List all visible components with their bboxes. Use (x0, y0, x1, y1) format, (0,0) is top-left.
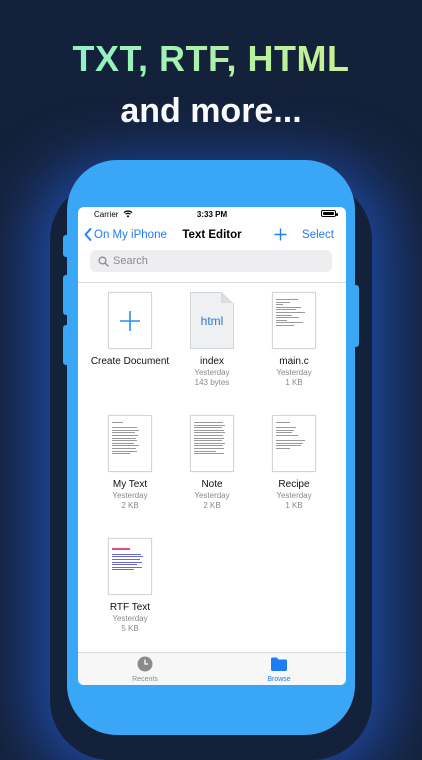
file-name: My Text (112, 479, 148, 490)
file-date: Yesterday (112, 491, 148, 500)
volume-down-button (63, 325, 71, 365)
file-size: 1 KB (285, 501, 303, 510)
headline: TXT, RTF, HTML (0, 38, 422, 80)
tab-browse[interactable]: Browse (212, 656, 346, 683)
file-name: Note (201, 479, 223, 490)
rtf-preview-lines (112, 545, 148, 572)
status-bar: Carrier 3:33 PM (78, 207, 346, 221)
mute-switch (63, 235, 71, 257)
create-document-thumbnail (108, 292, 152, 349)
tab-recents[interactable]: Recents (78, 656, 212, 683)
navigation-bar: On My iPhone Text Editor Select (78, 225, 346, 247)
file-date: Yesterday (276, 491, 312, 500)
page-fold (221, 292, 234, 303)
file-size: 1 KB (285, 378, 303, 387)
add-button[interactable] (274, 225, 287, 244)
text-preview-lines (276, 299, 312, 328)
file-size: 5 KB (121, 624, 139, 633)
search-input[interactable] (113, 255, 313, 267)
file-name: main.c (279, 356, 309, 367)
plus-icon (274, 228, 287, 241)
search-icon (98, 255, 109, 267)
create-document-label: Create Document (90, 356, 170, 367)
file-date: Yesterday (194, 368, 230, 377)
power-button (351, 285, 359, 347)
file-date: Yesterday (276, 368, 312, 377)
battery-icon (321, 210, 338, 217)
file-size: 2 KB (121, 501, 139, 510)
tab-browse-label: Browse (267, 676, 291, 683)
search-bar[interactable] (90, 250, 332, 272)
clock-icon (137, 656, 153, 672)
file-size: 2 KB (203, 501, 221, 510)
status-time: 3:33 PM (196, 210, 228, 219)
subheadline: and more... (120, 92, 302, 130)
html-file-icon-label: html (200, 313, 224, 328)
select-button[interactable]: Select (302, 229, 334, 241)
text-preview-lines (112, 422, 148, 456)
volume-up-button (63, 275, 71, 315)
file-name: Recipe (278, 479, 310, 490)
app-screen: Carrier 3:33 PM On My iPhone Text Editor… (78, 207, 346, 685)
plus-icon (120, 310, 140, 331)
file-name: index (200, 356, 224, 367)
file-date: Yesterday (194, 491, 230, 500)
document-thumbnail (108, 415, 152, 472)
document-thumbnail (272, 292, 316, 349)
folder-icon (271, 657, 287, 671)
document-thumbnail (272, 415, 316, 472)
file-date: Yesterday (112, 614, 148, 623)
text-preview-lines (194, 422, 230, 456)
document-thumbnail (108, 538, 152, 595)
header-divider (78, 282, 346, 283)
file-size: 143 bytes (194, 378, 230, 387)
text-preview-lines (276, 422, 312, 451)
document-thumbnail (190, 415, 234, 472)
file-name: RTF Text (109, 602, 151, 613)
tab-recents-label: Recents (132, 676, 158, 683)
tab-bar: Recents Browse (78, 652, 346, 685)
